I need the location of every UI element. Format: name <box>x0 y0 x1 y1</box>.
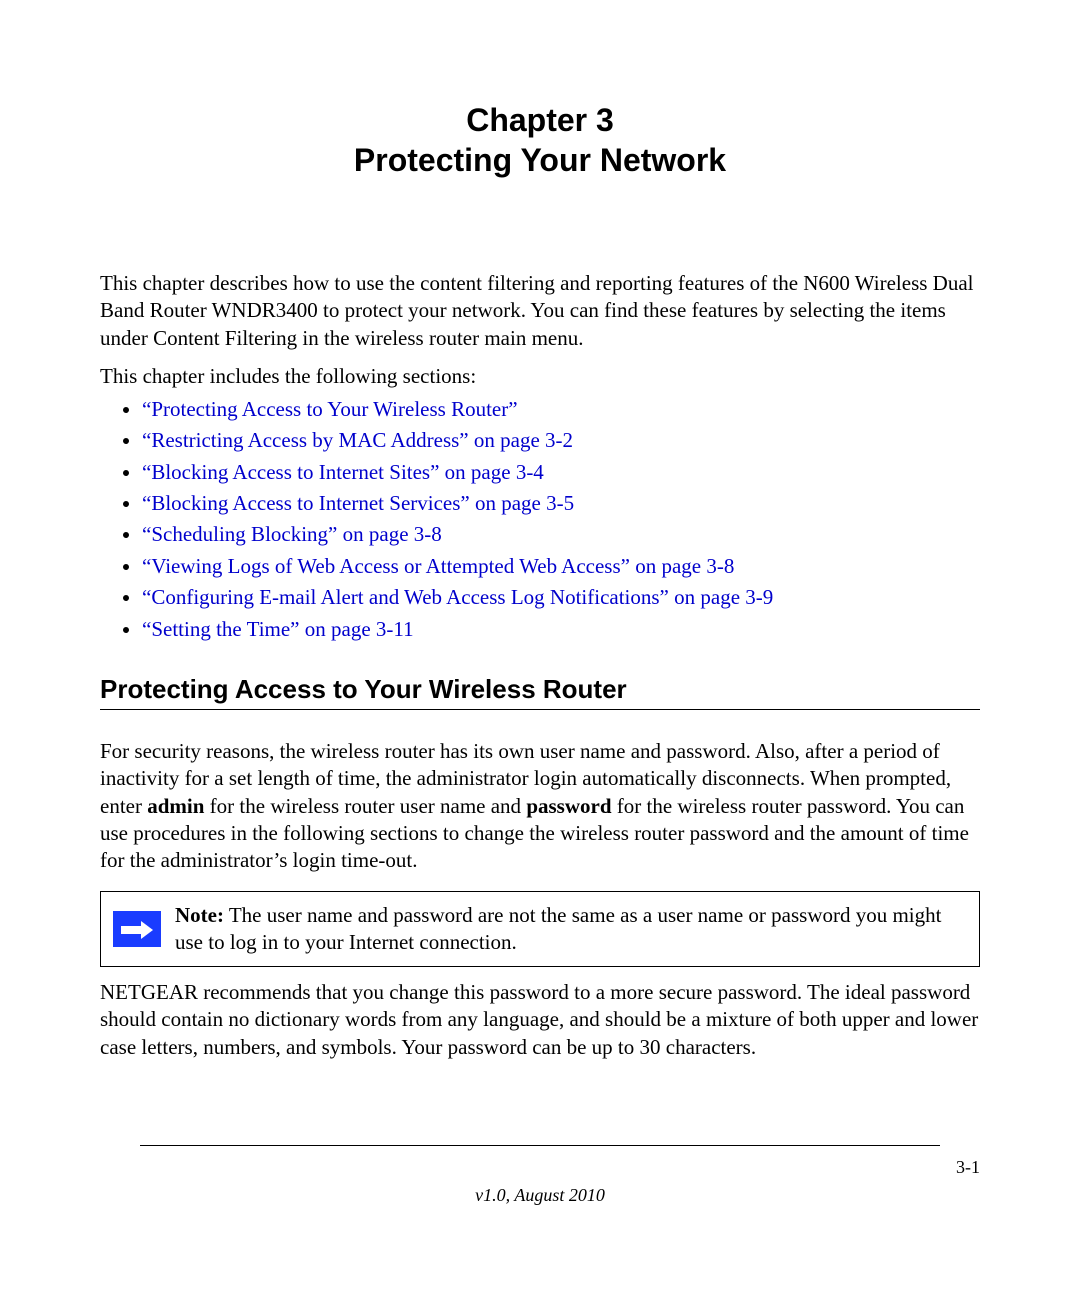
toc-item: “Blocking Access to Internet Sites” on p… <box>142 458 980 487</box>
toc-item: “Protecting Access to Your Wireless Rout… <box>142 395 980 424</box>
chapter-title: Chapter 3 Protecting Your Network <box>100 100 980 180</box>
toc-item: “Scheduling Blocking” on page 3-8 <box>142 520 980 549</box>
arrow-right-icon <box>113 911 161 947</box>
body-paragraph-1: For security reasons, the wireless route… <box>100 738 980 874</box>
toc-item: “Blocking Access to Internet Services” o… <box>142 489 980 518</box>
toc-link[interactable]: “Setting the Time” on page 3-11 <box>142 617 414 641</box>
toc-link[interactable]: “Viewing Logs of Web Access or Attempted… <box>142 554 734 578</box>
document-page: Chapter 3 Protecting Your Network This c… <box>0 0 1080 1296</box>
toc-link[interactable]: “Blocking Access to Internet Sites” on p… <box>142 460 544 484</box>
intro-paragraph: This chapter describes how to use the co… <box>100 270 980 352</box>
footer-divider <box>140 1145 940 1146</box>
chapter-line-1: Chapter 3 <box>100 100 980 140</box>
note-body: The user name and password are not the s… <box>175 903 941 954</box>
toc-item: “Viewing Logs of Web Access or Attempted… <box>142 552 980 581</box>
chapter-line-2: Protecting Your Network <box>100 140 980 180</box>
version-footer: v1.0, August 2010 <box>0 1185 1080 1206</box>
section-heading: Protecting Access to Your Wireless Route… <box>100 674 980 710</box>
page-number: 3-1 <box>956 1157 980 1178</box>
body1-bold-admin: admin <box>147 794 204 818</box>
toc-item: “Configuring E-mail Alert and Web Access… <box>142 583 980 612</box>
toc-link[interactable]: “Configuring E-mail Alert and Web Access… <box>142 585 773 609</box>
toc-item: “Restricting Access by MAC Address” on p… <box>142 426 980 455</box>
toc-link[interactable]: “Protecting Access to Your Wireless Rout… <box>142 397 518 421</box>
toc-link[interactable]: “Blocking Access to Internet Services” o… <box>142 491 574 515</box>
toc-list: “Protecting Access to Your Wireless Rout… <box>100 395 980 644</box>
toc-item: “Setting the Time” on page 3-11 <box>142 615 980 644</box>
toc-link[interactable]: “Scheduling Blocking” on page 3-8 <box>142 522 442 546</box>
note-label: Note: <box>175 903 224 927</box>
note-box: Note: The user name and password are not… <box>100 891 980 968</box>
body1-bold-password: password <box>526 794 611 818</box>
body1-mid: for the wireless router user name and <box>204 794 526 818</box>
note-text: Note: The user name and password are not… <box>175 902 967 957</box>
sections-lead: This chapter includes the following sect… <box>100 364 980 389</box>
body-paragraph-2: NETGEAR recommends that you change this … <box>100 979 980 1061</box>
toc-link[interactable]: “Restricting Access by MAC Address” on p… <box>142 428 573 452</box>
